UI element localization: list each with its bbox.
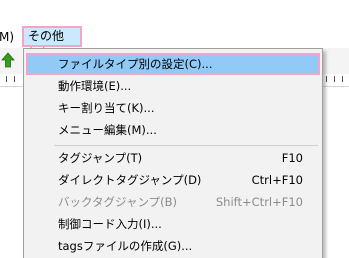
menu-item-label: tagsファイルの作成(G)... bbox=[58, 239, 193, 253]
menu-item-shortcut: F10 bbox=[281, 151, 303, 165]
menu-item-label: タグジャンプ(T) bbox=[58, 151, 143, 165]
menu-item-label: ファイルタイプ別の設定(C)... bbox=[58, 57, 213, 71]
menu-item-shortcut: Shift+Ctrl+F10 bbox=[215, 195, 303, 209]
menu-item-shortcut: Ctrl+F10 bbox=[251, 173, 303, 187]
menu-item-back-tag-jump[interactable]: バックタグジャンプ(B) Shift+Ctrl+F10 bbox=[26, 191, 320, 213]
menu-item-other[interactable]: その他(O) bbox=[22, 26, 82, 60]
menu-item-create-tags-file[interactable]: tagsファイルの作成(G)... bbox=[26, 235, 320, 257]
menu-item-menu-edit[interactable]: メニュー編集(M)... bbox=[26, 119, 320, 141]
menu-item-key-assign[interactable]: キー割り当て(K)... bbox=[26, 97, 320, 119]
menu-item-environment[interactable]: 動作環境(E)... bbox=[26, 75, 320, 97]
ruler-tick bbox=[6, 76, 7, 82]
menu-item-tag-jump[interactable]: タグジャンプ(T) F10 bbox=[26, 147, 320, 169]
ruler-tick bbox=[326, 76, 327, 82]
ruler-tick bbox=[334, 76, 335, 82]
green-up-arrow-icon[interactable] bbox=[0, 52, 16, 68]
menu-item-label: キー割り当て(K)... bbox=[58, 101, 155, 115]
menu-item-label: 動作環境(E)... bbox=[58, 79, 132, 93]
menu-bar: M) その他(O) bbox=[0, 0, 349, 60]
menu-item-label: メニュー編集(M)... bbox=[58, 123, 157, 137]
menu-item-label: 制御コード入力(I)... bbox=[58, 217, 162, 231]
menu-separator bbox=[54, 145, 318, 146]
ruler-tick bbox=[14, 76, 15, 82]
menu-item-previous[interactable]: M) bbox=[0, 28, 14, 46]
other-menu-dropdown: ファイルタイプ別の設定(C)... 動作環境(E)... キー割り当て(K)..… bbox=[23, 48, 323, 258]
menu-item-filetype-settings[interactable]: ファイルタイプ別の設定(C)... bbox=[26, 53, 320, 75]
ruler-tick bbox=[342, 76, 343, 82]
menu-item-control-code-input[interactable]: 制御コード入力(I)... bbox=[26, 213, 320, 235]
menu-item-label: ダイレクトタグジャンプ(D) bbox=[58, 173, 202, 187]
menu-item-label: バックタグジャンプ(B) bbox=[58, 195, 177, 209]
menu-item-direct-tag-jump[interactable]: ダイレクトタグジャンプ(D) Ctrl+F10 bbox=[26, 169, 320, 191]
